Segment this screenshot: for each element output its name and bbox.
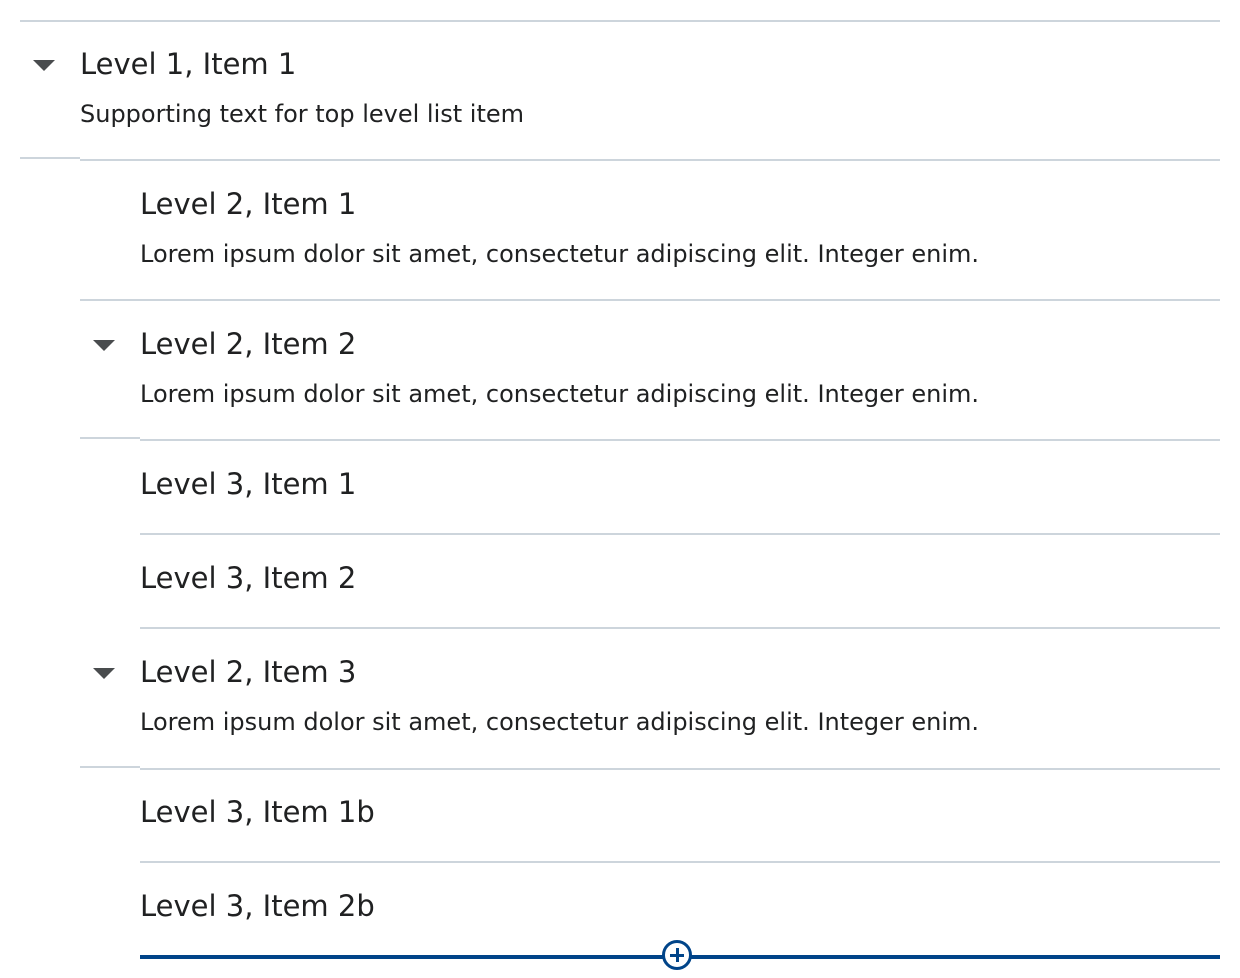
list-item-title: Level 1, Item 1 bbox=[80, 47, 297, 81]
list-item-level2-item1[interactable]: Level 2, Item 1 Lorem ipsum dolor sit am… bbox=[0, 161, 1240, 300]
list-item-supporting-text: Lorem ipsum dolor sit amet, consectetur … bbox=[140, 380, 980, 408]
list-item-title: Level 3, Item 1 bbox=[140, 467, 357, 501]
list-item-level3-item2[interactable]: Level 3, Item 2 bbox=[0, 535, 1240, 628]
list-item-title: Level 3, Item 1b bbox=[140, 795, 375, 829]
list-item-level1-item1[interactable]: Level 1, Item 1 Supporting text for top … bbox=[0, 22, 1240, 160]
divider bbox=[80, 766, 140, 768]
list-item-title: Level 3, Item 2 bbox=[140, 561, 357, 595]
divider bbox=[20, 157, 80, 159]
list-item-title: Level 2, Item 1 bbox=[140, 187, 357, 221]
list-item-level3-item1[interactable]: Level 3, Item 1 bbox=[0, 441, 1240, 534]
list-item-title: Level 3, Item 2b bbox=[140, 889, 375, 923]
list-item-level2-item2[interactable]: Level 2, Item 2 Lorem ipsum dolor sit am… bbox=[0, 301, 1240, 440]
caret-down-icon[interactable] bbox=[93, 340, 115, 351]
list-item-level3-item2b[interactable]: Level 3, Item 2b bbox=[0, 863, 1240, 955]
caret-down-icon[interactable] bbox=[33, 60, 55, 71]
list-item-title: Level 2, Item 3 bbox=[140, 655, 357, 689]
divider bbox=[80, 437, 140, 439]
list-item-level3-item1b[interactable]: Level 3, Item 1b bbox=[0, 770, 1240, 862]
list-item-supporting-text: Supporting text for top level list item bbox=[80, 100, 524, 128]
nested-list: Level 1, Item 1 Supporting text for top … bbox=[0, 0, 1240, 978]
list-item-supporting-text: Lorem ipsum dolor sit amet, consectetur … bbox=[140, 240, 980, 268]
list-item-supporting-text: Lorem ipsum dolor sit amet, consectetur … bbox=[140, 708, 980, 736]
add-circle-icon[interactable] bbox=[662, 940, 692, 970]
caret-down-icon[interactable] bbox=[93, 668, 115, 679]
list-item-title: Level 2, Item 2 bbox=[140, 327, 357, 361]
list-item-level2-item3[interactable]: Level 2, Item 3 Lorem ipsum dolor sit am… bbox=[0, 629, 1240, 768]
